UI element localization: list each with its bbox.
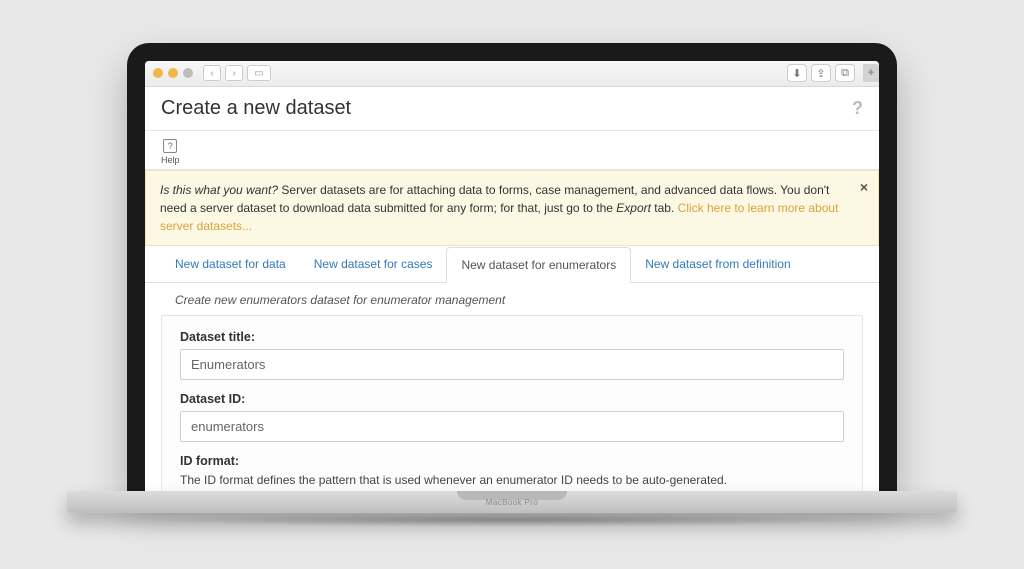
help-button-label: Help xyxy=(161,155,180,165)
dataset-form: Dataset title: Dataset ID: ID format: Th… xyxy=(161,315,863,491)
help-toolbar: ? Help xyxy=(145,131,879,170)
alert-prefix: Is this what you want? xyxy=(160,183,278,197)
id-format-label: ID format: xyxy=(180,454,844,468)
window-close-icon[interactable] xyxy=(153,68,163,78)
laptop-base: MacBook Pro xyxy=(67,491,957,513)
browser-toolbar: ‹ › ▭ ⬇ ⇪ ⧉ + xyxy=(145,61,879,87)
tab-new-for-cases[interactable]: New dataset for cases xyxy=(300,247,447,283)
window-zoom-icon[interactable] xyxy=(183,68,193,78)
alert-body-2: tab. xyxy=(654,201,677,215)
browser-sidebar-button[interactable]: ▭ xyxy=(247,65,271,81)
alert-export-word: Export xyxy=(616,201,651,215)
laptop-shadow xyxy=(147,513,877,527)
new-tab-button[interactable]: + xyxy=(863,64,879,82)
help-button[interactable]: ? Help xyxy=(161,139,180,165)
page-title: Create a new dataset xyxy=(161,97,351,120)
browser-back-button[interactable]: ‹ xyxy=(203,65,221,81)
browser-forward-button[interactable]: › xyxy=(225,65,243,81)
window-minimize-icon[interactable] xyxy=(168,68,178,78)
tab-new-for-enumerators[interactable]: New dataset for enumerators xyxy=(446,247,631,283)
laptop-brand-label: MacBook Pro xyxy=(486,498,538,507)
share-button[interactable]: ⇪ xyxy=(811,64,831,82)
tab-new-for-data[interactable]: New dataset for data xyxy=(161,247,300,283)
alert-close-button[interactable]: × xyxy=(860,177,868,198)
dataset-id-label: Dataset ID: xyxy=(180,392,844,406)
download-button[interactable]: ⬇ xyxy=(787,64,807,82)
tab-panel-enumerators: Create new enumerators dataset for enume… xyxy=(145,283,879,491)
tab-new-from-definition[interactable]: New dataset from definition xyxy=(631,247,804,283)
window-traffic-lights[interactable] xyxy=(153,68,193,78)
dataset-title-input[interactable] xyxy=(180,349,844,380)
dataset-title-label: Dataset title: xyxy=(180,330,844,344)
dataset-tabs: New dataset for data New dataset for cas… xyxy=(145,246,879,283)
help-question-icon: ? xyxy=(163,139,177,153)
dataset-id-input[interactable] xyxy=(180,411,844,442)
tab-caption: Create new enumerators dataset for enume… xyxy=(175,293,863,307)
help-icon[interactable]: ? xyxy=(852,98,863,119)
tabs-button[interactable]: ⧉ xyxy=(835,64,855,82)
id-format-caption: The ID format defines the pattern that i… xyxy=(180,473,844,487)
info-alert: × Is this what you want? Server datasets… xyxy=(145,170,879,246)
